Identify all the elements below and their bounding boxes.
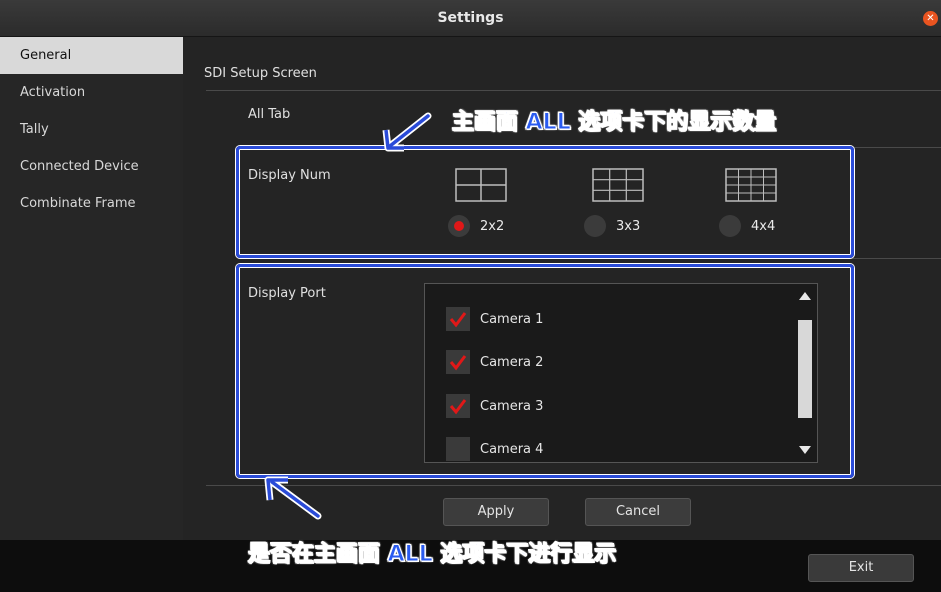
sidebar-item-combinate-frame[interactable]: Combinate Frame — [0, 185, 183, 222]
sidebar-item-connected-device[interactable]: Connected Device — [0, 148, 183, 185]
section-title: SDI Setup Screen — [204, 66, 317, 81]
sidebar-item-tally[interactable]: Tally — [0, 111, 183, 148]
window-title: Settings — [437, 10, 504, 26]
arrow-icon — [264, 476, 322, 520]
display-num-highlight-box — [236, 146, 854, 258]
sidebar-item-activation[interactable]: Activation — [0, 74, 183, 111]
all-tab-label: All Tab — [248, 107, 291, 122]
apply-button[interactable]: Apply — [443, 498, 549, 526]
divider — [238, 258, 941, 259]
title-bar: Settings ✕ — [0, 0, 941, 37]
display-port-highlight-box — [236, 264, 854, 478]
sidebar-item-general[interactable]: General — [0, 37, 183, 74]
annotation-top: 主画面 ALL 选项卡下的显示数量 — [451, 110, 777, 136]
exit-button[interactable]: Exit — [808, 554, 914, 582]
divider — [206, 90, 941, 91]
annotation-bottom: 是否在主画面 ALL 选项卡下进行显示 — [247, 542, 617, 568]
close-icon[interactable]: ✕ — [923, 11, 938, 26]
cancel-button[interactable]: Cancel — [585, 498, 691, 526]
sidebar: General Activation Tally Connected Devic… — [0, 37, 183, 540]
arrow-icon — [382, 112, 432, 152]
